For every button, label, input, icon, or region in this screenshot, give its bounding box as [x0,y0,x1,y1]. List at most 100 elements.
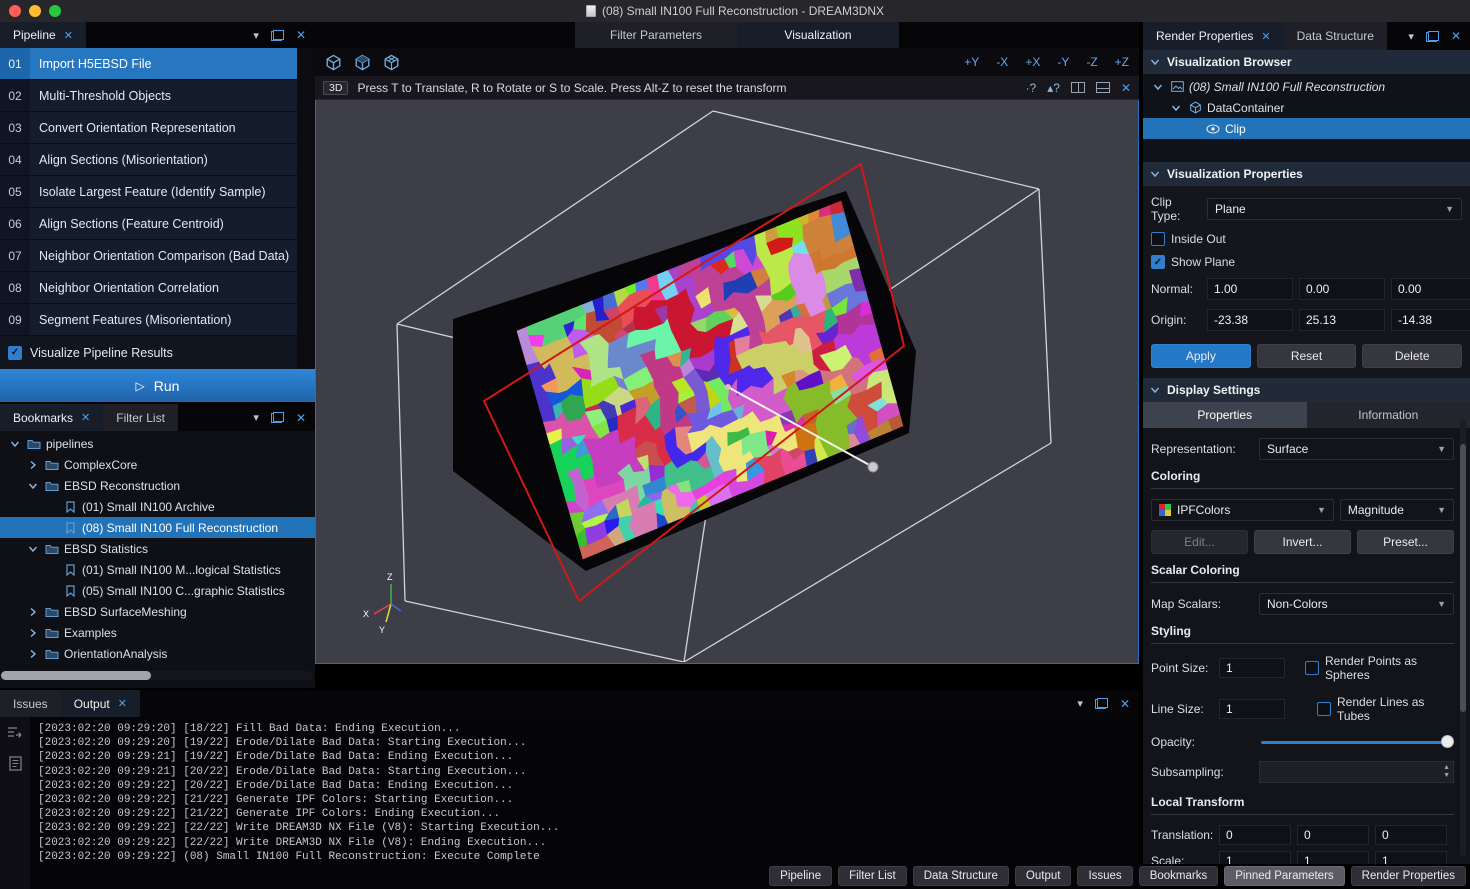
delete-button[interactable]: Delete [1362,344,1462,368]
statusbar-button-output[interactable]: Output [1015,866,1072,886]
statusbar-button-issues[interactable]: Issues [1077,866,1132,886]
invert-colormap-button[interactable]: Invert... [1254,530,1351,554]
statusbar-button-pinned-parameters[interactable]: Pinned Parameters [1224,866,1344,886]
chevron-down-icon[interactable]: ▾ [1077,697,1083,710]
bookmark-item-08-small-in100-full-reconstruction[interactable]: (08) Small IN100 Full Reconstruction [0,517,315,538]
close-panel-icon[interactable]: ✕ [1451,29,1461,43]
spinner-arrows-icon[interactable]: ▲▼ [1443,764,1450,780]
normal-x-input[interactable] [1207,278,1293,300]
bookmark-item-01-small-in100-m-logical-statistics[interactable]: (01) Small IN100 M...logical Statistics [0,559,315,580]
close-view-icon[interactable]: ✕ [1121,81,1131,95]
scrollbar-handle[interactable] [1460,444,1466,712]
subsampling-spinbox[interactable]: ▲▼ [1259,761,1454,783]
console-log[interactable]: [2023:02:20 09:29:20] [18/22] Fill Bad D… [30,717,1139,889]
undock-icon[interactable] [271,412,284,423]
undock-icon[interactable] [1426,31,1439,42]
close-panel-icon[interactable]: ✕ [296,28,306,42]
export-log-icon[interactable] [7,725,23,744]
visualize-results-checkbox[interactable] [8,346,22,360]
browser-item-datacontainer[interactable]: DataContainer [1143,97,1470,118]
component-dropdown[interactable]: Magnitude ▼ [1340,499,1454,521]
undock-icon[interactable] [1095,698,1108,709]
chevron-right-icon[interactable] [26,460,40,470]
orientation-button-z[interactable]: -Z [1086,55,1097,69]
slider-knob[interactable] [1441,735,1454,748]
normal-z-input[interactable] [1391,278,1470,300]
tab-filter-list[interactable]: Filter List [103,404,178,431]
opacity-slider[interactable] [1259,735,1454,749]
bookmark-item-pipelines[interactable]: pipelines [0,433,315,454]
orientation-button-x[interactable]: -X [996,55,1008,69]
tab-output[interactable]: Output ✕ [61,690,140,717]
statusbar-button-data-structure[interactable]: Data Structure [913,866,1009,886]
origin-x-input[interactable] [1207,309,1293,331]
camera-help-icon[interactable]: ▴? [1047,81,1060,95]
axes-cube-icon[interactable] [383,54,400,71]
tab-information[interactable]: Information [1307,402,1470,428]
inside-out-checkbox[interactable] [1151,232,1165,246]
run-button[interactable]: ▷ Run [0,369,315,402]
scale-y-input[interactable] [1297,851,1369,864]
close-window-button[interactable] [9,5,21,17]
translation-y-input[interactable] [1297,825,1369,845]
tab-bookmarks[interactable]: Bookmarks ✕ [0,404,103,431]
preset-colormap-button[interactable]: Preset... [1357,530,1454,554]
close-panel-icon[interactable]: ✕ [1120,697,1130,711]
tab-pipeline[interactable]: Pipeline ✕ [0,22,86,48]
translation-x-input[interactable] [1219,825,1291,845]
tab-data-structure[interactable]: Data Structure [1284,22,1387,50]
visualization-properties-header[interactable]: Visualization Properties [1143,162,1470,186]
close-tab-icon[interactable]: ✕ [81,411,90,424]
close-tab-icon[interactable]: ✕ [1261,30,1270,43]
undock-icon[interactable] [271,30,284,41]
clip-type-dropdown[interactable]: Plane ▼ [1207,198,1462,220]
scale-x-input[interactable] [1219,851,1291,864]
origin-y-input[interactable] [1299,309,1385,331]
chevron-down-icon[interactable]: ▾ [253,29,259,42]
orientation-button-z[interactable]: +Z [1115,55,1129,69]
colormap-dropdown[interactable]: IPFColors ▼ [1151,499,1334,521]
tab-issues[interactable]: Issues [0,690,61,717]
pipeline-item-import-h5ebsd-file[interactable]: 01Import H5EBSD File [0,48,297,80]
browser-item-clip[interactable]: Clip [1143,118,1470,139]
render-points-checkbox[interactable] [1305,661,1319,675]
chevron-right-icon[interactable] [26,607,40,617]
chevron-down-icon[interactable] [26,481,40,491]
bookmark-item-ebsd-reconstruction[interactable]: EBSD Reconstruction [0,475,315,496]
pipeline-item-segment-features-misorientation[interactable]: 09Segment Features (Misorientation) [0,304,297,336]
reset-button[interactable]: Reset [1257,344,1357,368]
pick-help-icon[interactable]: ·? [1026,81,1037,95]
edit-colormap-button[interactable]: Edit... [1151,530,1248,554]
minimize-window-button[interactable] [29,5,41,17]
pipeline-item-convert-orientation-representation[interactable]: 03Convert Orientation Representation [0,112,297,144]
close-tab-icon[interactable]: ✕ [118,697,127,710]
chevron-right-icon[interactable] [26,649,40,659]
translation-z-input[interactable] [1375,825,1447,845]
scrollbar-handle[interactable] [1,671,151,680]
close-panel-icon[interactable]: ✕ [296,411,306,425]
pipeline-item-multi-threshold-objects[interactable]: 02Multi-Threshold Objects [0,80,297,112]
chevron-down-icon[interactable]: ▾ [1408,30,1414,43]
chevron-right-icon[interactable] [26,628,40,638]
origin-z-input[interactable] [1391,309,1470,331]
statusbar-button-filter-list[interactable]: Filter List [838,866,907,886]
split-horizontal-icon[interactable] [1096,82,1110,93]
statusbar-button-pipeline[interactable]: Pipeline [769,866,832,886]
statusbar-button-render-properties[interactable]: Render Properties [1351,866,1466,886]
orientation-button-x[interactable]: +X [1025,55,1040,69]
3d-viewport[interactable]: ZXY [315,100,1139,664]
browser-item-08-small-in100-full-reconstruction[interactable]: (08) Small IN100 Full Reconstruction [1143,76,1470,97]
statusbar-button-bookmarks[interactable]: Bookmarks [1139,866,1219,886]
close-tab-icon[interactable]: ✕ [64,29,73,42]
orientation-button-y[interactable]: +Y [964,55,979,69]
map-scalars-dropdown[interactable]: Non-Colors ▼ [1259,593,1454,615]
tab-filter-parameters[interactable]: Filter Parameters [575,22,737,48]
tab-render-properties[interactable]: Render Properties ✕ [1143,22,1284,50]
chevron-down-icon[interactable]: ▾ [253,411,259,424]
zoom-window-button[interactable] [49,5,61,17]
bookmark-item-ebsd-statistics[interactable]: EBSD Statistics [0,538,315,559]
display-settings-header[interactable]: Display Settings [1143,378,1470,402]
representation-dropdown[interactable]: Surface ▼ [1259,438,1454,460]
view-cube-icon[interactable] [354,54,371,71]
bookmark-item-orientationanalysis[interactable]: OrientationAnalysis [0,643,315,664]
